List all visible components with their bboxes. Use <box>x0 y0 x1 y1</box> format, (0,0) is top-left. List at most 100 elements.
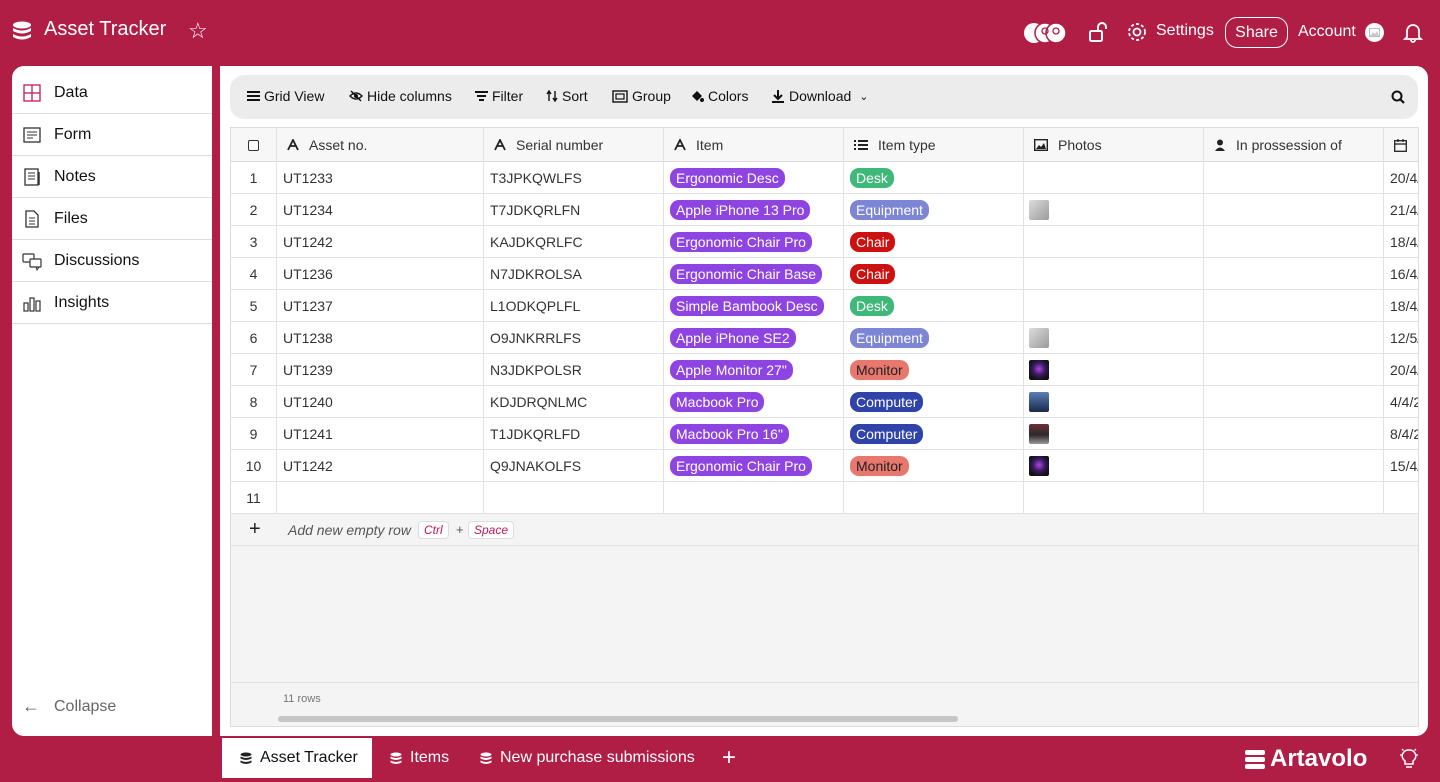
cell-type[interactable]: Computer <box>844 386 1024 418</box>
cell-owner[interactable] <box>1204 290 1384 322</box>
cell-type[interactable]: Chair <box>844 226 1024 258</box>
cell-date[interactable] <box>1384 482 1418 514</box>
cell-date[interactable]: 18/4/ <box>1384 226 1418 258</box>
tab-asset-tracker[interactable]: Asset Tracker <box>222 738 372 778</box>
cell-owner[interactable] <box>1204 354 1384 386</box>
cell-serial[interactable]: N3JDKPOLSR <box>484 354 664 386</box>
cell-asset[interactable]: UT1239 <box>277 354 484 386</box>
table-row[interactable]: 3 UT1242 KAJDKQRLFC Ergonomic Chair Pro Chai… <box>231 226 1418 258</box>
cell-photo[interactable] <box>1024 226 1204 258</box>
cell-date[interactable]: 20/4/ <box>1384 354 1418 386</box>
cell-num[interactable]: 11 <box>231 482 277 514</box>
cell-asset[interactable]: UT1242 <box>277 450 484 482</box>
cell-serial[interactable] <box>484 482 664 514</box>
sidebar-item-discussions[interactable]: Discussions <box>12 240 212 282</box>
cell-date[interactable]: 4/4/2 <box>1384 386 1418 418</box>
cell-serial[interactable]: T3JPKQWLFS <box>484 162 664 194</box>
cell-item[interactable]: Apple iPhone SE2 <box>664 322 844 354</box>
cell-asset[interactable]: UT1236 <box>277 258 484 290</box>
cell-serial[interactable]: Q9JNAKOLFS <box>484 450 664 482</box>
cell-owner[interactable] <box>1204 418 1384 450</box>
search-icon[interactable] <box>1391 90 1405 104</box>
table-row[interactable]: 10 UT1242 Q9JNAKOLFS Ergonomic Chair Pro Mon… <box>231 450 1418 482</box>
column-header-in-possession-of[interactable]: In prossession of <box>1204 128 1384 162</box>
add-tab-button[interactable]: + <box>722 746 736 770</box>
cell-serial[interactable]: O9JNKRRLFS <box>484 322 664 354</box>
cell-date[interactable]: 21/4/ <box>1384 194 1418 226</box>
cell-num[interactable]: 7 <box>231 354 277 386</box>
column-header-serial-number[interactable]: Serial number <box>484 128 664 162</box>
cell-type[interactable]: Equipment <box>844 194 1024 226</box>
cell-photo[interactable] <box>1024 194 1204 226</box>
cell-num[interactable]: 3 <box>231 226 277 258</box>
column-header-date[interactable]: P <box>1384 128 1418 162</box>
group-button[interactable]: Group <box>612 88 671 104</box>
cell-photo[interactable] <box>1024 290 1204 322</box>
cell-asset[interactable]: UT1241 <box>277 418 484 450</box>
cell-type[interactable]: Chair <box>844 258 1024 290</box>
cell-date[interactable]: 12/5/ <box>1384 322 1418 354</box>
cell-photo[interactable] <box>1024 354 1204 386</box>
sidebar-item-data[interactable]: Data <box>12 72 212 114</box>
settings-link[interactable]: Settings <box>1156 22 1214 40</box>
sidebar-item-insights[interactable]: Insights <box>12 282 212 324</box>
grid-view-button[interactable]: Grid View <box>247 88 324 104</box>
cell-serial[interactable]: KAJDKQRLFC <box>484 226 664 258</box>
tab-new-purchase-submissions[interactable]: New purchase submissions <box>480 738 695 778</box>
column-header-item[interactable]: Item <box>664 128 844 162</box>
cell-asset[interactable]: UT1238 <box>277 322 484 354</box>
tab-items[interactable]: Items <box>390 738 449 778</box>
cell-item[interactable]: Apple iPhone 13 Pro <box>664 194 844 226</box>
cell-date[interactable]: 18/4/ <box>1384 290 1418 322</box>
table-row[interactable]: 4 UT1236 N7JDKROLSA Ergonomic Chair Base Cha… <box>231 258 1418 290</box>
cell-serial[interactable]: KDJDRQNLMC <box>484 386 664 418</box>
cell-date[interactable]: 16/4/ <box>1384 258 1418 290</box>
cell-type[interactable]: Equipment <box>844 322 1024 354</box>
cell-serial[interactable]: T1JDKQRLFD <box>484 418 664 450</box>
account-link[interactable]: Account <box>1298 23 1356 41</box>
cell-photo[interactable] <box>1024 386 1204 418</box>
select-all-checkbox[interactable] <box>231 128 277 162</box>
cell-photo[interactable] <box>1024 418 1204 450</box>
photo-thumbnail[interactable] <box>1029 392 1049 412</box>
cell-photo[interactable] <box>1024 450 1204 482</box>
cell-photo[interactable] <box>1024 482 1204 514</box>
cell-item[interactable]: Apple Monitor 27" <box>664 354 844 386</box>
photo-thumbnail[interactable] <box>1029 328 1049 348</box>
table-row[interactable]: 5 UT1237 L1ODKQPLFL Simple Bambook Desc Desk… <box>231 290 1418 322</box>
cell-owner[interactable] <box>1204 162 1384 194</box>
cell-item[interactable]: Ergonomic Chair Pro <box>664 450 844 482</box>
photo-thumbnail[interactable] <box>1029 360 1049 380</box>
cell-asset[interactable] <box>277 482 484 514</box>
filter-button[interactable]: Filter <box>475 88 523 104</box>
add-row-button[interactable]: + Add new empty row Ctrl + Space <box>231 514 1418 546</box>
cell-serial[interactable]: N7JDKROLSA <box>484 258 664 290</box>
cell-item[interactable]: Simple Bambook Desc <box>664 290 844 322</box>
cell-item[interactable]: Ergonomic Chair Base <box>664 258 844 290</box>
collapse-button[interactable]: ← Collapse <box>22 696 116 717</box>
cell-num[interactable]: 5 <box>231 290 277 322</box>
bell-icon[interactable] <box>1403 21 1423 43</box>
cell-type[interactable] <box>844 482 1024 514</box>
cell-num[interactable]: 10 <box>231 450 277 482</box>
photo-thumbnail[interactable] <box>1029 424 1049 444</box>
cell-asset[interactable]: UT1240 <box>277 386 484 418</box>
horizontal-scrollbar[interactable] <box>278 716 958 722</box>
sidebar-item-files[interactable]: Files <box>12 198 212 240</box>
sort-button[interactable]: Sort <box>546 88 588 104</box>
cell-owner[interactable] <box>1204 386 1384 418</box>
cell-owner[interactable] <box>1204 322 1384 354</box>
colors-button[interactable]: Colors <box>690 88 748 104</box>
cell-num[interactable]: 6 <box>231 322 277 354</box>
table-row[interactable]: 9 UT1241 T1JDKQRLFD Macbook Pro 16" Computer… <box>231 418 1418 450</box>
star-icon[interactable]: ☆ <box>188 19 208 43</box>
cell-date[interactable]: 15/4/ <box>1384 450 1418 482</box>
table-row[interactable]: 8 UT1240 KDJDRQNLMC Macbook Pro Computer 4/4/… <box>231 386 1418 418</box>
sidebar-item-notes[interactable]: Notes <box>12 156 212 198</box>
cell-serial[interactable]: T7JDKQRLFN <box>484 194 664 226</box>
gear-icon[interactable] <box>1126 21 1148 43</box>
cell-type[interactable]: Monitor <box>844 354 1024 386</box>
column-header-item-type[interactable]: Item type <box>844 128 1024 162</box>
cell-num[interactable]: 8 <box>231 386 277 418</box>
table-row[interactable]: 2 UT1234 T7JDKQRLFN Apple iPhone 13 Pro Equi… <box>231 194 1418 226</box>
